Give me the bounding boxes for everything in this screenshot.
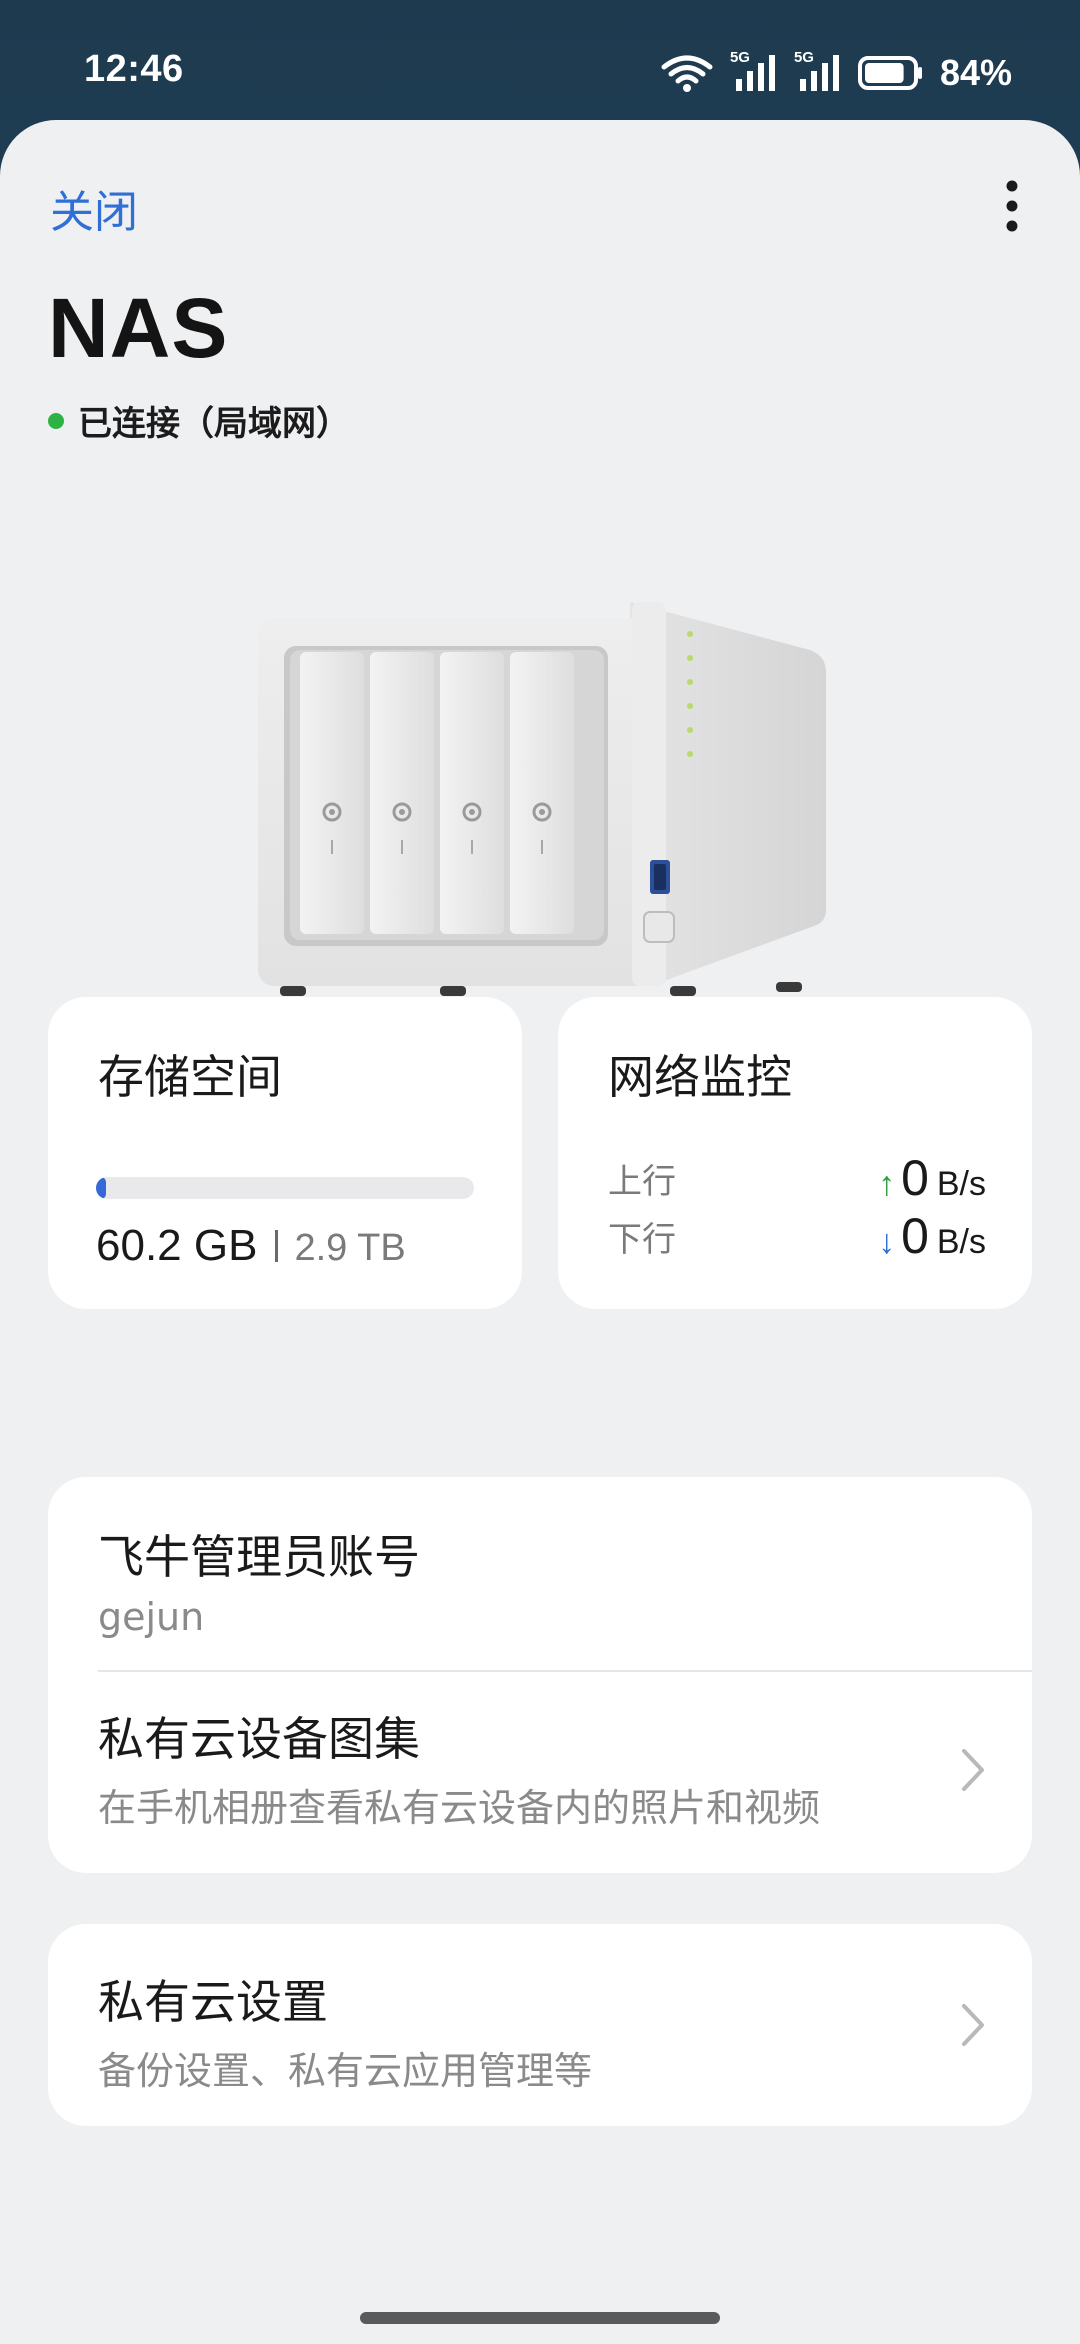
chevron-right-icon — [962, 1749, 984, 1791]
status-time: 12:46 — [84, 48, 184, 90]
gallery-subtitle: 在手机相册查看私有云设备内的照片和视频 — [98, 1786, 821, 1830]
battery-icon — [857, 56, 922, 90]
download-value: ↓ 0 B/s — [878, 1207, 986, 1265]
wifi-icon — [661, 55, 713, 92]
account-title: 飞牛管理员账号 — [98, 1530, 420, 1584]
settings-title: 私有云设置 — [98, 1975, 328, 2029]
arrow-down-icon: ↓ — [878, 1223, 896, 1261]
gallery-row[interactable]: 私有云设备图集 在手机相册查看私有云设备内的照片和视频 — [48, 1673, 1032, 1873]
download-rate: 0 — [901, 1208, 929, 1264]
status-dot-icon — [48, 412, 64, 429]
battery-percent: 84% — [939, 52, 1012, 93]
nas-device-image — [258, 602, 826, 996]
device-title: NAS — [48, 281, 229, 375]
settings-subtitle: 备份设置、私有云应用管理等 — [98, 2049, 593, 2093]
gallery-title: 私有云设备图集 — [98, 1712, 420, 1766]
cellular-signal-1: 5G — [730, 49, 778, 93]
storage-separator — [275, 1230, 279, 1262]
divider — [98, 1670, 1032, 1672]
storage-progress-fill — [96, 1177, 106, 1199]
upload-rate: 0 — [901, 1150, 929, 1206]
account-username: gejun — [98, 1595, 205, 1639]
more-vertical-icon[interactable] — [1006, 180, 1018, 232]
signal-bars-icon — [799, 55, 839, 91]
close-button[interactable]: 关闭 — [50, 176, 138, 240]
network-card[interactable]: 网络监控 上行 ↑ 0 B/s 下行 ↓ 0 B/s — [558, 997, 1032, 1309]
storage-values: 60.2 GB 2.9 TB — [96, 1221, 406, 1271]
upload-label: 上行 — [608, 1161, 676, 1202]
storage-card[interactable]: 存储空间 60.2 GB 2.9 TB — [48, 997, 522, 1309]
download-label: 下行 — [608, 1219, 676, 1260]
storage-total: 2.9 TB — [294, 1227, 406, 1269]
storage-progress-bar — [96, 1177, 474, 1199]
download-unit: B/s — [936, 1223, 986, 1261]
cellular-signal-2: 5G — [794, 49, 842, 93]
arrow-up-icon: ↑ — [878, 1165, 896, 1203]
upload-row: 上行 ↑ 0 B/s — [608, 1149, 986, 1207]
home-indicator[interactable] — [360, 2312, 720, 2324]
upload-unit: B/s — [936, 1165, 986, 1203]
signal-bars-icon — [735, 55, 775, 91]
chevron-right-icon — [962, 2004, 984, 2046]
status-indicators: 5G 5G 84% — [660, 49, 1012, 94]
storage-used: 60.2 GB — [96, 1221, 258, 1270]
upload-value: ↑ 0 B/s — [878, 1149, 986, 1207]
settings-card[interactable]: 私有云设置 备份设置、私有云应用管理等 — [48, 1924, 1032, 2126]
network-heading: 网络监控 — [608, 1050, 792, 1104]
download-row: 下行 ↓ 0 B/s — [608, 1207, 986, 1265]
connection-status-text: 已连接（局域网） — [78, 404, 350, 444]
account-card: 飞牛管理员账号 gejun 私有云设备图集 在手机相册查看私有云设备内的照片和视… — [48, 1477, 1032, 1873]
storage-heading: 存储空间 — [98, 1050, 282, 1104]
device-sheet: 关闭 NAS 已连接（局域网） 存储空间 60.2 GB 2.9 TB 网络监控… — [0, 120, 1080, 2344]
connection-status: 已连接（局域网） — [48, 396, 350, 445]
status-bar: 12:46 5G 5G 84% — [0, 0, 1080, 120]
